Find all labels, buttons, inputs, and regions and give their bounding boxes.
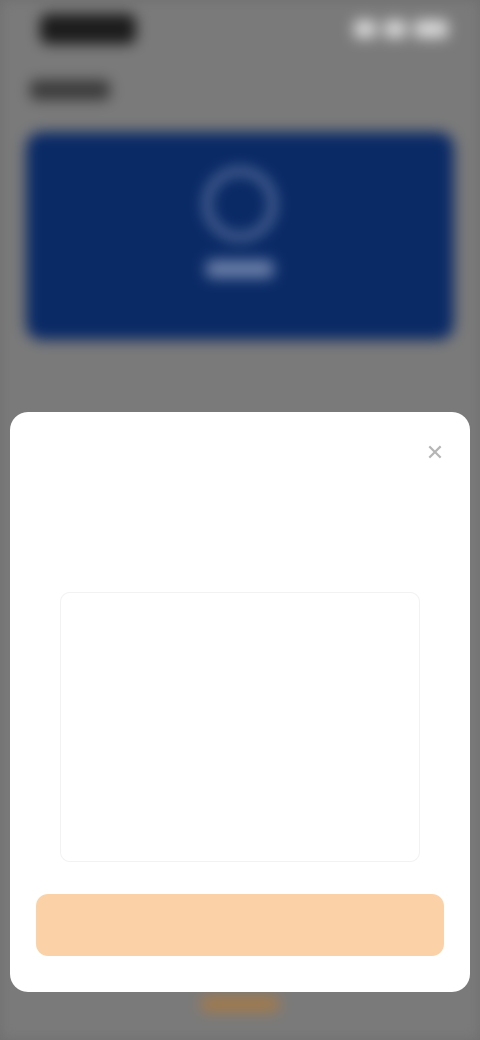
battery-icon — [414, 20, 448, 38]
content-textarea[interactable] — [60, 592, 420, 862]
hint-text — [36, 548, 444, 570]
card-label — [206, 260, 274, 278]
status-time — [40, 14, 136, 44]
background-bottom-indicator — [200, 996, 280, 1012]
close-icon: ✕ — [425, 440, 445, 465]
signal-icon — [354, 20, 376, 38]
submit-button[interactable] — [36, 894, 444, 956]
modal-header: ✕ — [36, 412, 444, 494]
modal-dialog: ✕ — [10, 412, 470, 992]
background-card — [26, 132, 454, 340]
close-button[interactable]: ✕ — [420, 438, 450, 468]
card-icon — [204, 168, 276, 240]
status-icons — [348, 20, 448, 38]
status-bar — [0, 0, 480, 60]
section-label — [36, 494, 444, 520]
background-header-text — [30, 80, 110, 100]
wifi-icon — [384, 20, 406, 38]
